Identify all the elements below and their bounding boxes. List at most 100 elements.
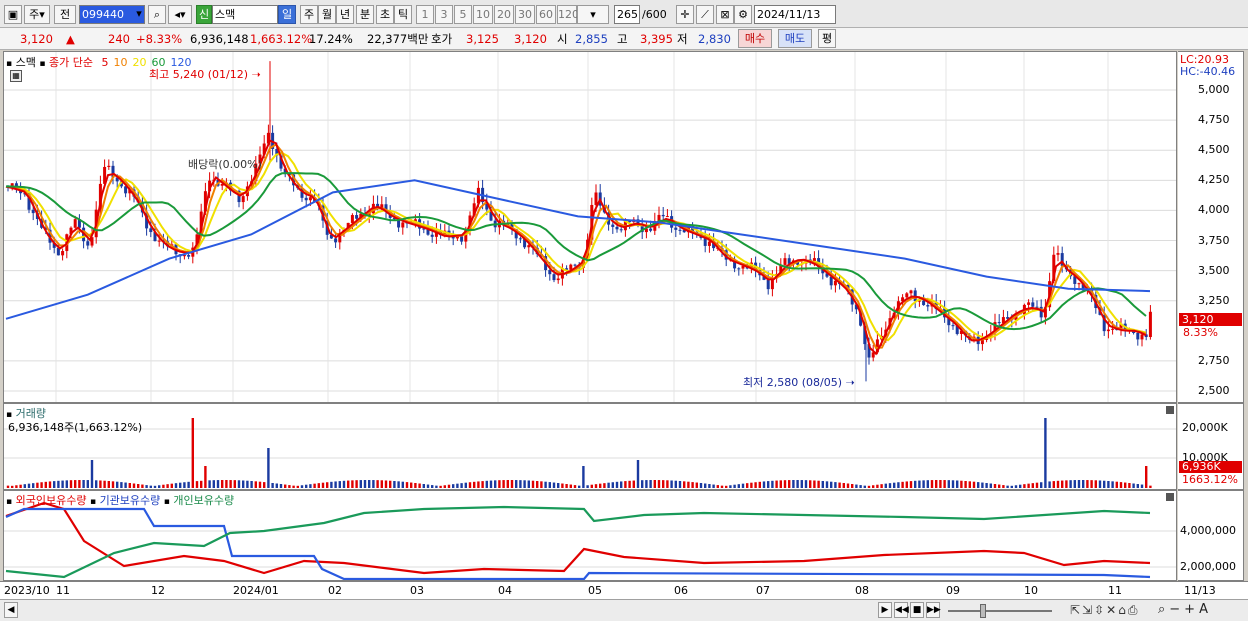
dividend-note: 배당락(0.00%): [188, 158, 262, 171]
gear-icon[interactable]: ⚙: [734, 5, 752, 24]
interval-button[interactable]: 30: [515, 5, 535, 24]
volume-bar: [809, 480, 812, 488]
volume-bar: [586, 485, 589, 488]
scroll-left-icon[interactable]: ◀: [4, 602, 18, 618]
misc-button[interactable]: 평: [818, 29, 836, 48]
tab-period[interactable]: 년: [336, 5, 354, 24]
foreign-label[interactable]: 외국인보유수량: [16, 494, 87, 507]
sell-button[interactable]: 매도: [778, 29, 812, 48]
volume-bar: [712, 484, 715, 488]
candle-body: [707, 241, 711, 246]
period-select[interactable]: 주▾: [24, 5, 50, 24]
volume-bar: [607, 482, 610, 488]
tab-period[interactable]: 일: [278, 5, 296, 24]
date-input[interactable]: 2024/11/13: [754, 5, 836, 24]
interval-button[interactable]: 1: [416, 5, 434, 24]
volume-bar: [729, 485, 732, 488]
interval-button[interactable]: 20: [494, 5, 514, 24]
x-tick-label: 11: [56, 584, 70, 597]
tab-period[interactable]: 분: [356, 5, 374, 24]
tab-period[interactable]: 주: [300, 5, 318, 24]
candle-body: [783, 258, 787, 265]
table-icon[interactable]: ▦: [10, 70, 22, 82]
interval-button[interactable]: 5: [454, 5, 472, 24]
tab-period[interactable]: 월: [318, 5, 336, 24]
crosshair-icon[interactable]: ✛: [676, 5, 694, 24]
volume-bar: [1115, 481, 1118, 488]
tool-icon[interactable]: ⊠: [716, 5, 734, 24]
ma-period-label[interactable]: 10: [113, 56, 127, 69]
volume-bar: [733, 484, 736, 488]
tab-period[interactable]: 틱: [394, 5, 412, 24]
volume-bar: [981, 482, 984, 488]
volume-bar: [372, 480, 375, 488]
search-icon[interactable]: ⌕: [148, 5, 166, 24]
speaker-icon[interactable]: ◂▾: [168, 5, 192, 24]
volume-bar: [132, 483, 136, 488]
change-amount: 240: [108, 32, 130, 46]
interval-button[interactable]: 3: [435, 5, 453, 24]
volume-bar: [233, 480, 236, 488]
institution-label[interactable]: 기관보유수량: [100, 494, 161, 507]
volume-percent: 1,663.12%: [250, 32, 313, 46]
volume-bar: [783, 480, 787, 488]
volume-bar: [27, 483, 31, 488]
window-icon[interactable]: ▣: [4, 5, 22, 24]
ma-period-label[interactable]: 20: [132, 56, 146, 69]
count-input[interactable]: 265: [614, 5, 640, 24]
volume-pane[interactable]: ▪ 거래량 6,936,148주(1,663.12%): [3, 403, 1177, 490]
stock-name-field[interactable]: 스맥: [212, 5, 278, 24]
x-tick-label: 08: [855, 584, 869, 597]
volume-bar: [275, 483, 278, 488]
volume-bar: [212, 480, 215, 488]
volume-bar: [1098, 480, 1102, 488]
volume-bar: [1027, 483, 1030, 488]
volume-bar: [746, 483, 749, 488]
play-back-icon[interactable]: ◀◀: [894, 602, 909, 618]
individual-label[interactable]: 개인보유수량: [173, 494, 234, 507]
price-pane[interactable]: ▪ 스맥 ▪ 종가 단순 5 10 20 60 120 ▦ 최고 5,240 (01/1…: [3, 51, 1177, 403]
volume-bar: [506, 480, 509, 488]
buy-button[interactable]: 매수: [738, 29, 772, 48]
interval-button[interactable]: 60: [536, 5, 556, 24]
zoom-tools[interactable]: ⌕−+A: [1158, 602, 1212, 617]
volume-bar: [300, 485, 304, 488]
volume-bar: [834, 482, 837, 488]
holding-pane[interactable]: ▪ 외국인보유수량 ▪ 기관보유수량 ▪ 개인보유수량: [3, 490, 1177, 581]
ma-period-label[interactable]: 5: [101, 56, 108, 69]
stop-icon[interactable]: ■: [910, 602, 924, 618]
draw-line-icon[interactable]: ⟋: [696, 5, 714, 24]
prev-button[interactable]: 전: [54, 5, 76, 24]
range-dropdown[interactable]: ▾: [577, 5, 609, 24]
x-tick-label: 11/13: [1184, 584, 1216, 597]
volume-bar: [573, 485, 577, 488]
scroll-right-icon[interactable]: ▶: [878, 602, 892, 618]
volume-bar: [691, 482, 694, 488]
ma-title[interactable]: 종가 단순: [49, 56, 93, 69]
volume-bar: [1006, 485, 1009, 488]
volume-bar: [699, 483, 703, 488]
stock-legend-name[interactable]: 스맥: [16, 56, 36, 69]
volume-bar: [951, 480, 955, 488]
chart-tools[interactable]: ⇱⇲⇳✕⌂⎙: [1070, 603, 1139, 618]
volume-bar: [653, 480, 656, 488]
volume-bar: [90, 460, 94, 488]
volume-bar: [754, 482, 757, 488]
pane-close-icon[interactable]: [1166, 406, 1174, 414]
zoom-slider[interactable]: [948, 610, 1052, 612]
candle-body: [674, 227, 678, 230]
pane-close-icon[interactable]: [1166, 493, 1174, 501]
interval-button[interactable]: 10: [473, 5, 493, 24]
volume-bar: [279, 484, 283, 488]
play-forward-icon[interactable]: ▶▶: [926, 602, 941, 618]
zoom-slider-thumb[interactable]: [980, 604, 986, 618]
volume-bar: [1145, 466, 1148, 488]
volume-bar: [216, 480, 220, 488]
tab-period[interactable]: 초: [376, 5, 394, 24]
chevron-down-icon[interactable]: ▾: [132, 5, 146, 24]
volume-bar: [473, 481, 476, 488]
interval-button[interactable]: 120: [557, 5, 579, 24]
candle-body: [241, 196, 245, 203]
volume-bar: [1002, 485, 1005, 488]
volume-bar: [208, 480, 211, 488]
